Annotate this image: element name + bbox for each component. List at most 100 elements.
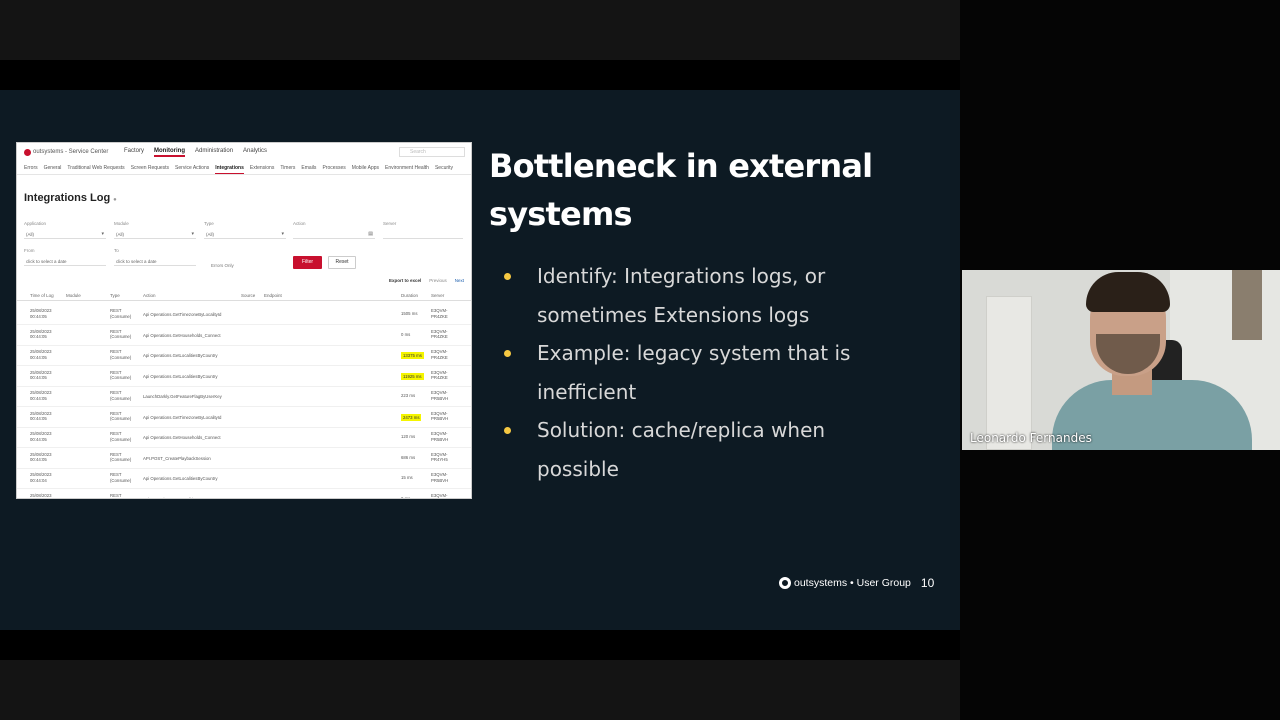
table-row: 25/08/2023 00:44:05 REST (Consume) Api Opera… xyxy=(17,305,471,325)
type-label: Type xyxy=(204,221,214,226)
row-server: E3QVM- PR4ZKE xyxy=(431,329,448,340)
bullet-line-2: possible xyxy=(537,456,619,481)
row-time: 00:44:05 xyxy=(30,375,47,380)
sc-subnav-item: Integrations xyxy=(215,165,244,174)
row-duration: 0 ms xyxy=(401,495,411,499)
row-duration: 1505 ms xyxy=(401,311,418,316)
row-server-2: PR5BVH xyxy=(431,436,449,442)
row-type: REST(Consume) xyxy=(110,390,131,401)
bullet-line-2: inefficient xyxy=(537,379,637,404)
module-label: Module xyxy=(114,221,129,226)
row-duration: 11925 ms xyxy=(401,372,424,380)
bullet-line-1: Example: legacy system that is xyxy=(537,341,851,365)
row-time: 00:44:04 xyxy=(30,498,52,499)
row-date: 25/08/2023 xyxy=(30,349,52,354)
table-row: 25/08/2023 00:44:05 REST (Consume) Api Opera… xyxy=(17,326,471,346)
to-label: To xyxy=(114,248,119,253)
row-server: E3QVM- PR4ZKE xyxy=(431,370,448,381)
row-date-time: 25/08/2023 00:44:05 xyxy=(30,452,52,463)
row-server-1: E3QVM- xyxy=(431,349,448,354)
type-select: (All) ▾ xyxy=(204,230,286,239)
table-row: 25/08/2023 00:44:05 REST (Consume) Api Opera… xyxy=(17,408,471,428)
row-type-2: (Consume) xyxy=(110,436,132,442)
bullet-line-1: Identify: Integrations logs, or xyxy=(537,264,826,288)
chevron-down-icon: ▾ xyxy=(191,231,194,237)
row-date-time: 25/08/202300:44:04 xyxy=(30,472,52,483)
row-server-2: PR4ZKE xyxy=(431,313,448,319)
row-type: REST(Consume) xyxy=(110,452,131,463)
row-server-2: PR5BVH xyxy=(431,477,449,483)
col-type: Type xyxy=(110,293,120,298)
outsystems-logo-icon xyxy=(24,148,31,156)
service-center-screenshot: outsystems - Service Center Factory Monit… xyxy=(16,142,472,499)
row-server: E3QVM-PR5BVH xyxy=(431,493,448,499)
row-time: 00:44:05 xyxy=(30,457,47,462)
chevron-down-icon: ▾ xyxy=(101,231,104,237)
row-date-time: 25/08/2023 00:44:05 xyxy=(30,308,52,319)
row-type: REST(Consume) xyxy=(110,493,131,499)
row-type: REST(Consume) xyxy=(110,472,131,483)
previous-link: Previous xyxy=(429,278,447,283)
row-server-2: PR5BVH xyxy=(431,395,449,401)
reset-button: Reset xyxy=(328,256,356,269)
row-type-2: (Consume) xyxy=(110,477,132,483)
table-row: 25/08/2023 00:44:05 REST (Consume) Api Opera… xyxy=(17,346,471,366)
video-stage: outsystems - Service Center Factory Monit… xyxy=(0,0,1280,720)
to-date-input: click to select a date xyxy=(114,257,196,266)
row-duration: 223 ms xyxy=(401,393,416,398)
row-duration: 13375 ms xyxy=(401,352,424,359)
table-pager: Export to excel Previous Next xyxy=(381,278,464,283)
row-action: Api Operations.GetLocalitiesByCountry xyxy=(143,353,218,358)
table-row: 25/08/202300:44:04 REST(Consume) Api Opera… xyxy=(17,490,471,499)
row-date-time: 25/08/2023 00:44:05 xyxy=(30,390,52,401)
background-picture-frame xyxy=(1232,270,1262,340)
row-server-2: PR4YH5 xyxy=(431,457,448,462)
row-date: 25/08/2023 xyxy=(30,431,52,436)
row-type-2: (Consume) xyxy=(110,416,132,421)
bullet-dot-icon xyxy=(504,273,511,280)
row-duration: 0 ms xyxy=(401,331,411,337)
row-type-2: (Consume) xyxy=(110,334,132,339)
sc-subnav-item: Extensions xyxy=(249,165,275,171)
col-action: Action xyxy=(143,293,156,298)
person-hair xyxy=(1086,272,1170,312)
col-endpoint: Endpoint xyxy=(264,293,282,298)
table-row: 25/08/2023 00:44:05 REST (Consume) Api Opera… xyxy=(17,367,471,387)
row-server-1: E3QVM- xyxy=(431,308,448,313)
row-date-time: 25/08/2023 00:44:05 xyxy=(30,329,52,340)
bullet-line-2: sometimes Extensions logs xyxy=(537,302,810,327)
from-date-input: click to select a date xyxy=(24,257,106,266)
module-select: (All) ▾ xyxy=(114,230,196,239)
table-header: Time of Log Module Type Action Source En… xyxy=(17,293,471,301)
sc-logo: outsystems - Service Center xyxy=(24,148,124,156)
bullet-dot-icon xyxy=(504,427,511,434)
sc-subnav-item: Environment Health xyxy=(385,165,429,171)
sc-nav-item: Analytics xyxy=(243,147,268,154)
row-server-2: PR4ZKE xyxy=(431,354,448,360)
sc-subnav-item: Traditional Web Requests xyxy=(67,165,125,171)
slide-title-line-1: Bottleneck in external xyxy=(489,147,873,185)
row-action: Api Operations.GetHouseholds_Connect xyxy=(143,435,221,440)
row-action: Api Operations.GetTimezoneByLocalityId xyxy=(143,312,222,317)
info-icon: ● xyxy=(113,197,117,203)
row-server-1: E3QVM- xyxy=(431,431,448,436)
row-duration: 120 ms xyxy=(401,434,416,439)
webcam-tile[interactable]: Leonardo Fernandes xyxy=(962,270,1280,450)
outsystems-logo-icon xyxy=(779,577,791,589)
top-letterbox xyxy=(0,0,960,60)
row-date: 25/08/2023 xyxy=(30,390,52,395)
row-action: API.POST_CreatePlaybackSession xyxy=(143,455,211,461)
presentation-slide: outsystems - Service Center Factory Monit… xyxy=(0,90,960,630)
row-type: REST(Consume) xyxy=(110,349,131,360)
row-duration: 2473 ms xyxy=(401,413,422,421)
sc-subnav-item: Screen Requests xyxy=(130,165,170,171)
sc-search-input: Search xyxy=(399,147,465,157)
row-time: 00:44:05 xyxy=(30,354,47,360)
bullet-dot-icon xyxy=(504,350,511,357)
sc-page-title-text: Integrations Log xyxy=(24,192,111,204)
slide-title-line-2: systems xyxy=(489,195,633,233)
bottom-letterbox xyxy=(0,660,960,720)
row-server: E3QVM-PR5BVH xyxy=(431,411,448,422)
chevron-down-icon: ▾ xyxy=(281,231,284,237)
sc-subnav-item: Emails xyxy=(301,165,317,171)
